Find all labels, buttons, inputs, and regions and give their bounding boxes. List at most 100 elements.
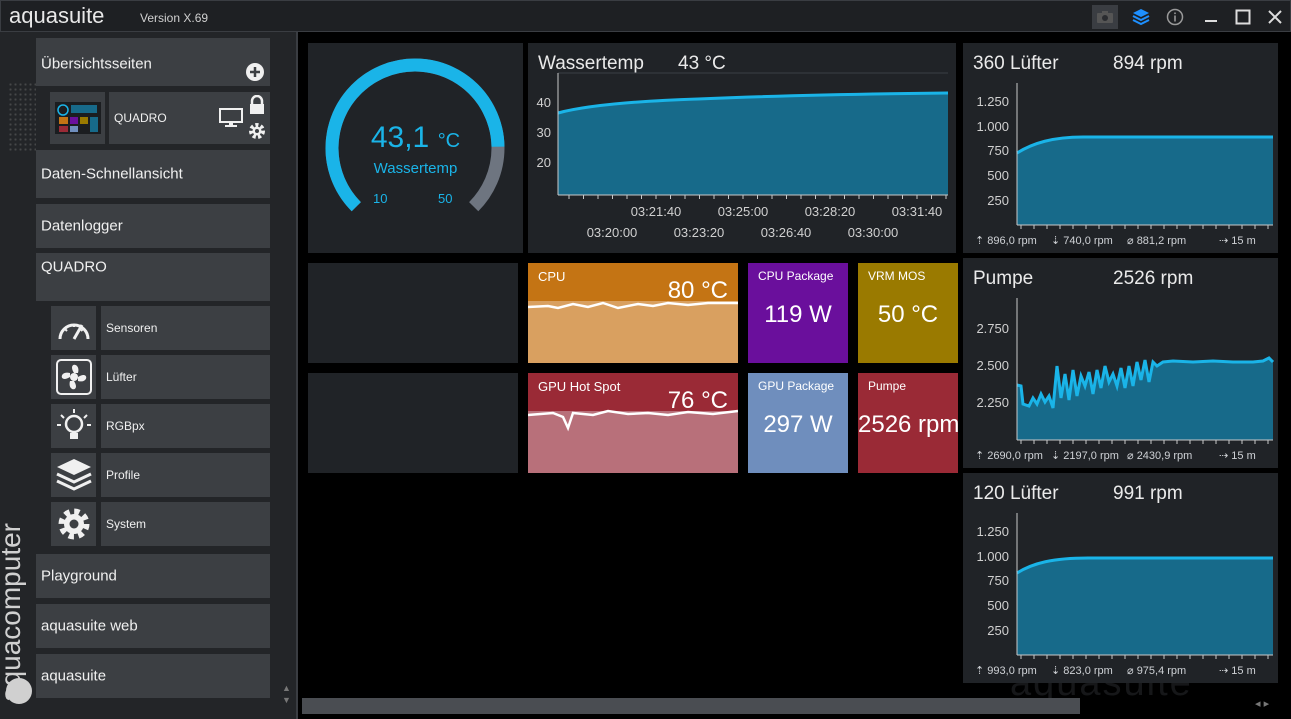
footer-max: ⇡ 896,0 rpm: [975, 235, 1037, 247]
pump-chart: 2.750 2.500 2.250: [976, 298, 1275, 444]
gear-icon[interactable]: [247, 121, 267, 141]
sidebar-item-label: System: [106, 517, 147, 531]
quadro-page-label: QUADRO: [114, 111, 167, 125]
sidebar-item-label: Sensoren: [106, 321, 158, 335]
empty-tile[interactable]: [308, 263, 518, 363]
footer-max: ⇡ 993,0 rpm: [975, 665, 1037, 677]
sidebar-item-label: RGBpx: [106, 419, 145, 433]
gear-icon[interactable]: [51, 502, 96, 546]
y-tick-label: 20: [537, 155, 551, 170]
fan-120-chart-tile[interactable]: 120 Lüfter 991 rpm 1.250 1.000 750 500 2…: [963, 473, 1278, 683]
brand-vertical: aquacomputer: [0, 522, 26, 702]
close-icon[interactable]: [1262, 5, 1288, 29]
cpu-label: CPU: [538, 269, 566, 284]
gauge-readout: 43,1 °C: [308, 121, 523, 155]
cpu-value: 80 °C: [667, 277, 728, 304]
brand-logo-icon: [6, 678, 32, 704]
minimize-icon[interactable]: [1198, 5, 1224, 29]
gpu-package-tile[interactable]: GPU Package 297 W: [748, 373, 848, 473]
gauge-value: 43,1: [370, 121, 430, 154]
footer-range: ⇢ 15 m: [1219, 665, 1256, 677]
sidebar-item-system[interactable]: System: [101, 502, 270, 546]
y-tick-label: 500: [987, 598, 1009, 613]
pump-label: Pumpe: [868, 379, 907, 393]
lock-icon[interactable]: [248, 95, 266, 115]
quadro-page-item[interactable]: QUADRO: [109, 92, 270, 144]
footer-max: ⇡ 2690,0 rpm: [975, 450, 1043, 462]
maximize-icon[interactable]: [1230, 5, 1256, 29]
y-tick-label: 1.000: [976, 549, 1009, 564]
footer-avg: ⌀ 881,2 rpm: [1127, 235, 1187, 247]
monitor-icon[interactable]: [219, 108, 243, 128]
aquasuite-button[interactable]: aquasuite: [36, 654, 270, 698]
fan-120-chart: 1.250 1.000 750 500 250: [976, 513, 1273, 659]
overview-label: Übersichtsseiten: [41, 55, 152, 73]
aquasuite-web-label: aquasuite web: [41, 617, 138, 635]
sidebar-item-luefter[interactable]: Lüfter: [101, 355, 270, 399]
layers-icon[interactable]: [51, 453, 96, 497]
y-tick-label: 500: [987, 168, 1009, 183]
cpu-temp-tile[interactable]: CPU 80 °C: [528, 263, 738, 363]
footer-min: ⇣ 2197,0 rpm: [1051, 450, 1119, 462]
gauge-tile[interactable]: 43,1 °C Wassertemp 10 50: [308, 43, 523, 253]
fan-icon[interactable]: [51, 355, 96, 399]
gpu-hotspot-tile[interactable]: GPU Hot Spot 76 °C: [528, 373, 738, 473]
bulb-icon[interactable]: [51, 404, 96, 448]
sidebar-item-rgbpx[interactable]: RGBpx: [101, 404, 270, 448]
y-tick-label: 1.000: [976, 119, 1009, 134]
decorative-dots: [8, 82, 36, 152]
vrm-mos-tile[interactable]: VRM MOS 50 °C: [858, 263, 958, 363]
sidebar-item-profile[interactable]: Profile: [101, 453, 270, 497]
device-quadro-header[interactable]: QUADRO: [36, 253, 270, 301]
y-tick-label: 1.250: [976, 524, 1009, 539]
footer-range: ⇢ 15 m: [1219, 450, 1256, 462]
gauge-max: 50: [438, 191, 453, 206]
footer-min: ⇣ 740,0 rpm: [1051, 235, 1113, 247]
y-tick-label: 40: [537, 95, 551, 110]
y-tick-label: 1.250: [976, 94, 1009, 109]
gauge-min: 10: [373, 191, 388, 206]
gpu-package-label: GPU Package: [758, 379, 835, 393]
quick-view-button[interactable]: Daten-Schnellansicht: [36, 150, 270, 198]
water-temp-chart: 40 30 20 03:21:40 03:25:00 03:28:20 03:3…: [537, 72, 949, 240]
sidebar-item-label: Lüfter: [106, 370, 137, 384]
water-temp-chart-tile[interactable]: Wassertemp 43 °C 40 30 20 03:21:40 03:25…: [528, 43, 956, 253]
layers-icon[interactable]: [1128, 5, 1154, 29]
pump-tile[interactable]: Pumpe 2526 rpm: [858, 373, 960, 473]
pump-chart-tile[interactable]: Pumpe 2526 rpm 2.750 2.500 2.250 ⇡ 2690,…: [963, 258, 1278, 468]
playground-button[interactable]: Playground: [36, 554, 270, 598]
overview-pages-button[interactable]: Übersichtsseiten: [36, 38, 270, 86]
x-tick-label: 03:26:40: [761, 225, 812, 240]
aquasuite-label: aquasuite: [41, 667, 107, 685]
horizontal-scrollbar[interactable]: [302, 698, 1080, 714]
x-tick-label: 03:25:00: [718, 204, 769, 219]
vrm-label: VRM MOS: [868, 269, 926, 283]
gauge-label: Wassertemp: [373, 160, 458, 177]
gpu-hotspot-value: 76 °C: [667, 387, 728, 414]
datalogger-button[interactable]: Datenlogger: [36, 204, 270, 248]
empty-tile[interactable]: [308, 373, 518, 473]
aquasuite-web-button[interactable]: aquasuite web: [36, 604, 270, 648]
datalogger-label: Datenlogger: [41, 217, 123, 235]
fan-360-chart-tile[interactable]: 360 Lüfter 894 rpm 1.250 1.000 750 500 2…: [963, 43, 1278, 253]
sidebar-item-sensoren[interactable]: Sensoren: [101, 306, 270, 350]
app-title: aquasuite: [9, 3, 105, 28]
quadro-page-thumbnail[interactable]: [50, 92, 105, 144]
sidebar: Übersichtsseiten QUADRO Daten-Schnellans…: [0, 32, 298, 719]
add-icon[interactable]: [245, 62, 265, 82]
pump-value: 2526 rpm: [858, 411, 960, 438]
scroll-arrows-icon[interactable]: ◂ ▸: [1255, 697, 1269, 710]
scroll-down-icon[interactable]: ▼: [282, 695, 291, 705]
x-tick-label: 03:21:40: [631, 204, 682, 219]
gauge-icon[interactable]: [51, 306, 96, 350]
camera-icon[interactable]: [1092, 5, 1118, 29]
y-tick-label: 250: [987, 193, 1009, 208]
quick-view-label: Daten-Schnellansicht: [41, 165, 183, 183]
y-tick-label: 250: [987, 623, 1009, 638]
scroll-up-icon[interactable]: ▲: [282, 683, 291, 693]
app-version: Version X.69: [140, 11, 209, 25]
info-icon[interactable]: [1162, 5, 1188, 29]
cpu-package-tile[interactable]: CPU Package 119 W: [748, 263, 848, 363]
y-tick-label: 2.250: [976, 395, 1009, 410]
title-bar: aquasuite Version X.69: [0, 0, 1291, 32]
